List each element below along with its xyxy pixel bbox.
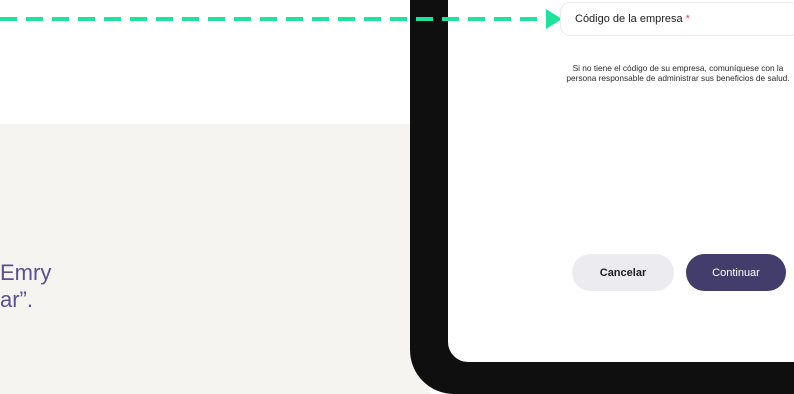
background-text-line-2: ar”. [0,287,33,312]
help-text: Si no tiene el código de su empresa, com… [566,63,790,84]
required-mark: * [685,13,690,25]
dashed-arrow-icon [0,9,562,29]
continue-button[interactable]: Continuar [686,254,786,291]
background-panel [0,124,430,394]
company-code-input[interactable]: Código de la empresa * [560,2,794,36]
background-text-line-1: Emry [0,260,52,285]
tablet-screen [448,0,794,362]
company-code-label: Código de la empresa * [575,13,690,25]
cancel-button[interactable]: Cancelar [572,254,674,291]
